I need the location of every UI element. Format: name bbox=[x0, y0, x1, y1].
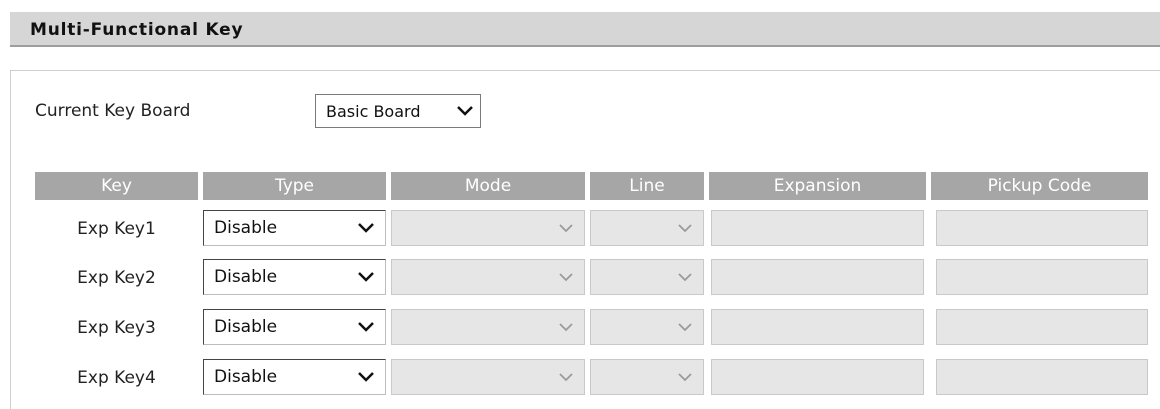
keyboard-label: Current Key Board bbox=[35, 101, 191, 121]
mode-select-disabled[interactable] bbox=[391, 259, 585, 295]
type-select-value: Disable bbox=[214, 267, 278, 287]
expansion-input-disabled[interactable] bbox=[711, 259, 924, 295]
key-label: Exp Key3 bbox=[77, 318, 156, 338]
chevron-down-icon bbox=[677, 371, 693, 383]
chevron-down-icon bbox=[677, 222, 693, 234]
type-select-value: Disable bbox=[214, 218, 278, 238]
type-select[interactable]: Disable bbox=[203, 210, 386, 246]
chevron-down-icon bbox=[677, 321, 693, 333]
key-label: Exp Key2 bbox=[77, 268, 156, 288]
mode-select-disabled[interactable] bbox=[391, 309, 585, 345]
section-title: Multi-Functional Key bbox=[30, 20, 244, 40]
type-select[interactable]: Disable bbox=[203, 259, 386, 295]
line-select-disabled[interactable] bbox=[590, 259, 704, 295]
pickup-code-input-disabled[interactable] bbox=[936, 309, 1148, 345]
chevron-down-icon bbox=[558, 371, 574, 383]
section-header: Multi-Functional Key bbox=[10, 12, 1160, 47]
mode-select-disabled[interactable] bbox=[391, 359, 585, 395]
expansion-input-disabled[interactable] bbox=[711, 210, 924, 246]
type-select-value: Disable bbox=[214, 317, 278, 337]
chevron-down-icon bbox=[558, 321, 574, 333]
line-select-disabled[interactable] bbox=[590, 210, 704, 246]
chevron-down-icon bbox=[357, 320, 375, 334]
pickup-code-input-disabled[interactable] bbox=[936, 210, 1148, 246]
key-label: Exp Key1 bbox=[77, 219, 156, 239]
chevron-down-icon bbox=[357, 221, 375, 235]
key-label: Exp Key4 bbox=[77, 368, 156, 388]
type-select[interactable]: Disable bbox=[203, 359, 386, 395]
chevron-down-icon bbox=[677, 271, 693, 283]
column-header-line: Line bbox=[590, 172, 704, 200]
column-header-mode: Mode bbox=[391, 172, 585, 200]
keyboard-select-value: Basic Board bbox=[326, 102, 421, 121]
column-header-type: Type bbox=[203, 172, 386, 200]
chevron-down-icon bbox=[558, 222, 574, 234]
chevron-down-icon bbox=[558, 271, 574, 283]
type-select-value: Disable bbox=[214, 367, 278, 387]
chevron-down-icon bbox=[456, 104, 474, 118]
expansion-input-disabled[interactable] bbox=[711, 309, 924, 345]
chevron-down-icon bbox=[357, 270, 375, 284]
column-header-key: Key bbox=[35, 172, 198, 200]
mode-select-disabled[interactable] bbox=[391, 210, 585, 246]
type-select[interactable]: Disable bbox=[203, 309, 386, 345]
line-select-disabled[interactable] bbox=[590, 359, 704, 395]
expansion-input-disabled[interactable] bbox=[711, 359, 924, 395]
keyboard-select[interactable]: Basic Board bbox=[315, 94, 481, 128]
pickup-code-input-disabled[interactable] bbox=[936, 359, 1148, 395]
chevron-down-icon bbox=[357, 370, 375, 384]
column-header-expansion: Expansion bbox=[709, 172, 926, 200]
column-header-pickup-code: Pickup Code bbox=[931, 172, 1148, 200]
pickup-code-input-disabled[interactable] bbox=[936, 259, 1148, 295]
line-select-disabled[interactable] bbox=[590, 309, 704, 345]
